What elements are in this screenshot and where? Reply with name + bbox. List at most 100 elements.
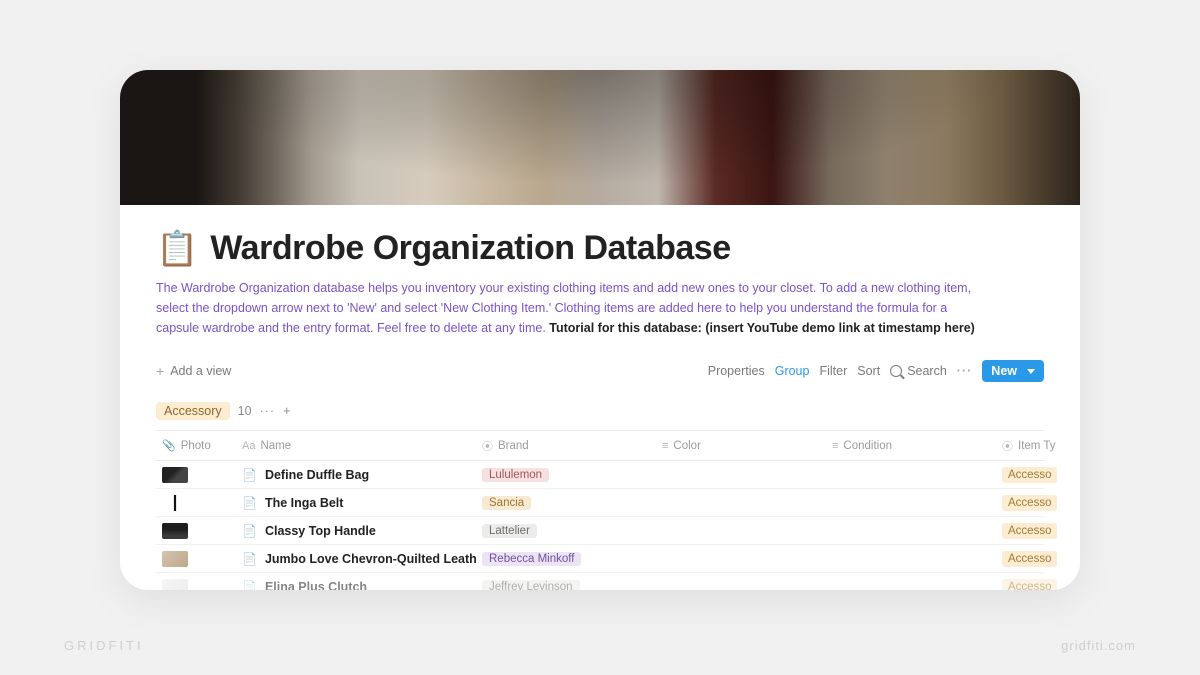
item-type-pill: Accesso xyxy=(1002,495,1057,511)
page-content: 📋 Wardrobe Organization Database The War… xyxy=(120,205,1080,590)
col-color[interactable]: ≡ Color xyxy=(656,440,826,452)
cell-photo xyxy=(156,495,236,511)
select-icon: ⦿ xyxy=(1002,438,1013,454)
table-row[interactable]: 📄 Jumbo Love Chevron-Quilted Leathe Rebec… xyxy=(156,545,1044,573)
row-name: The Inga Belt xyxy=(265,496,343,510)
new-button-label: New xyxy=(991,364,1017,378)
col-photo[interactable]: 📎Photo xyxy=(156,439,236,452)
cover-image xyxy=(120,70,1080,205)
page-emoji-icon: 📋 xyxy=(156,232,198,266)
brand-pill: Lattelier xyxy=(482,524,537,538)
cell-name: 📄 Jumbo Love Chevron-Quilted Leathe xyxy=(236,552,476,566)
plus-icon: + xyxy=(156,363,164,379)
col-item-type-label: Item Ty xyxy=(1018,440,1056,452)
cell-item-type: Accesso xyxy=(996,467,1080,483)
search-button[interactable]: Search xyxy=(890,364,947,378)
page-title: Wardrobe Organization Database xyxy=(210,229,730,268)
cell-item-type: Accesso xyxy=(996,551,1080,567)
table-row[interactable]: 📄Define Duffle Bag Lululemon Accesso xyxy=(156,461,1044,489)
multiselect-icon: ≡ xyxy=(832,440,838,452)
cell-item-type: Accesso xyxy=(996,495,1080,511)
table-row[interactable]: 📄The Inga Belt Sancia Accesso xyxy=(156,489,1044,517)
brand-pill: Sancia xyxy=(482,496,531,510)
footer-brand: GRIDFITI xyxy=(64,638,144,653)
item-type-pill: Accesso xyxy=(1002,467,1057,483)
col-photo-label: Photo xyxy=(181,440,211,452)
page-icon: 📄 xyxy=(242,580,257,591)
add-view-label: Add a view xyxy=(170,364,231,378)
page-icon: 📄 xyxy=(242,496,257,510)
group-tag[interactable]: Accessory xyxy=(156,402,230,420)
col-item-type[interactable]: ⦿ Item Ty xyxy=(996,438,1080,454)
cell-name: 📄 Classy Top Handle xyxy=(236,524,476,538)
search-icon xyxy=(890,365,902,377)
cell-photo xyxy=(156,467,236,483)
table-row[interactable]: 📄Elina Plus Clutch Jeffrey Levinson Acce… xyxy=(156,573,1044,590)
toolbar-right: Properties Group Filter Sort Search ··· … xyxy=(708,360,1044,382)
photo-thumbnail xyxy=(162,523,188,539)
cell-brand: Rebecca Minkoff xyxy=(476,552,656,566)
database-table: 📎Photo Aa Name ⦿ Brand ≡ Color ≡ Condition ⦿… xyxy=(156,430,1044,590)
item-type-pill: Accesso xyxy=(1002,551,1057,567)
cell-item-type: Accesso xyxy=(996,523,1080,539)
new-button[interactable]: New xyxy=(982,360,1044,382)
page-icon: 📄 xyxy=(242,552,257,566)
notion-page-card: 📋 Wardrobe Organization Database The War… xyxy=(120,70,1080,590)
col-color-label: Color xyxy=(673,440,700,452)
row-name: Jumbo Love Chevron-Quilted Leathe xyxy=(265,552,476,566)
table-header: 📎Photo Aa Name ⦿ Brand ≡ Color ≡ Condition ⦿… xyxy=(156,431,1044,461)
page-description: The Wardrobe Organization database helps… xyxy=(156,278,986,338)
page-icon: 📄 xyxy=(242,468,257,482)
title-row: 📋 Wardrobe Organization Database xyxy=(156,229,1044,268)
col-brand-label: Brand xyxy=(498,440,529,452)
photo-thumbnail xyxy=(162,579,188,591)
cell-name: 📄 The Inga Belt xyxy=(236,496,476,510)
cell-item-type: Accesso xyxy=(996,579,1080,591)
filter-button[interactable]: Filter xyxy=(819,364,847,378)
photo-thumbnail xyxy=(162,495,188,511)
search-label: Search xyxy=(907,364,947,378)
cell-brand: Lattelier xyxy=(476,524,656,538)
brand-pill: Rebecca Minkoff xyxy=(482,552,581,566)
brand-pill: Lululemon xyxy=(482,468,549,482)
cell-photo xyxy=(156,579,236,591)
cell-brand: Jeffrey Levinson xyxy=(476,580,656,591)
add-view-button[interactable]: + Add a view xyxy=(156,363,231,379)
item-type-pill: Accesso xyxy=(1002,579,1057,591)
photo-thumbnail xyxy=(162,551,188,567)
page-icon: 📄 xyxy=(242,524,257,538)
footer-url: gridfiti.com xyxy=(1061,638,1136,653)
cell-photo xyxy=(156,523,236,539)
col-condition[interactable]: ≡ Condition xyxy=(826,440,996,452)
cell-name: 📄 Elina Plus Clutch xyxy=(236,580,476,591)
multiselect-icon: ≡ xyxy=(662,440,668,452)
tutorial-text: Tutorial for this database: (insert YouT… xyxy=(549,321,975,335)
toolbar-left: + Add a view xyxy=(156,363,231,379)
group-count: 10 xyxy=(238,404,252,418)
select-icon: ⦿ xyxy=(482,438,493,454)
group-header: Accessory 10 ··· + xyxy=(156,402,1044,420)
database-toolbar: + Add a view Properties Group Filter Sor… xyxy=(156,360,1044,388)
col-condition-label: Condition xyxy=(843,440,892,452)
col-name-label: Name xyxy=(260,440,291,452)
more-options-button[interactable]: ··· xyxy=(957,364,973,378)
cell-brand: Sancia xyxy=(476,496,656,510)
col-brand[interactable]: ⦿ Brand xyxy=(476,438,656,454)
group-more-button[interactable]: ··· xyxy=(260,404,276,418)
row-name: Classy Top Handle xyxy=(265,524,376,538)
group-add-button[interactable]: + xyxy=(283,404,290,418)
table-row[interactable]: 📄Classy Top Handle Lattelier Accesso xyxy=(156,517,1044,545)
properties-button[interactable]: Properties xyxy=(708,364,765,378)
cell-photo xyxy=(156,551,236,567)
row-name: Elina Plus Clutch xyxy=(265,580,367,591)
sort-button[interactable]: Sort xyxy=(857,364,880,378)
row-name: Define Duffle Bag xyxy=(265,468,369,482)
group-button[interactable]: Group xyxy=(775,364,810,378)
col-name[interactable]: Aa Name xyxy=(236,440,476,452)
brand-pill: Jeffrey Levinson xyxy=(482,580,580,591)
cell-name: 📄 Define Duffle Bag xyxy=(236,468,476,482)
chevron-down-icon xyxy=(1027,369,1035,374)
text-icon: Aa xyxy=(242,440,255,452)
item-type-pill: Accesso xyxy=(1002,523,1057,539)
photo-thumbnail xyxy=(162,467,188,483)
